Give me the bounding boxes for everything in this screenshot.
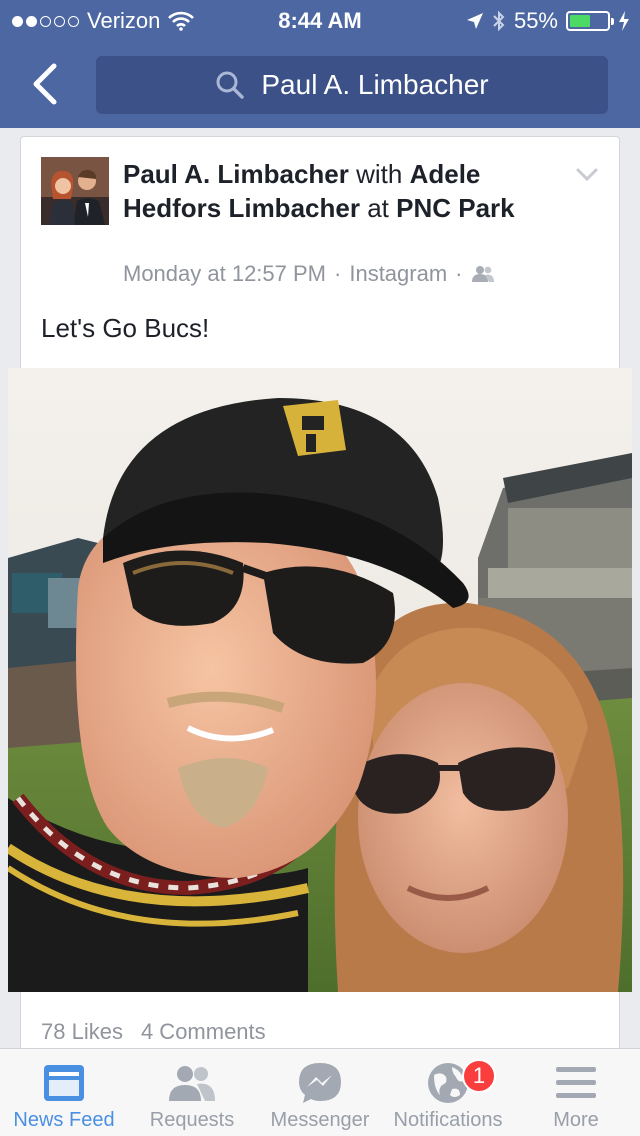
menu-icon <box>556 1067 596 1098</box>
tab-label: Notifications <box>393 1109 503 1131</box>
bluetooth-icon <box>493 10 505 32</box>
status-right: 55% <box>466 8 630 34</box>
post-text: Let's Go Bucs! <box>41 313 210 343</box>
notifications-badge: 1 <box>462 1059 496 1093</box>
search-icon <box>216 71 245 99</box>
search-field[interactable]: Paul A. Limbacher <box>96 56 608 114</box>
tab-label: Messenger <box>270 1109 370 1131</box>
story-header: Paul A. Limbacher with Adele Hedfors Lim… <box>123 157 543 225</box>
location-arrow-icon <box>466 13 483 29</box>
requests-icon <box>169 1066 215 1101</box>
chevron-left-icon <box>33 63 57 105</box>
app-header: Verizon 8:44 AM 55% Paul A. Limbacher <box>0 0 640 128</box>
charging-bolt-icon <box>619 11 629 31</box>
tab-more[interactable]: More <box>512 1049 640 1136</box>
author-name-link[interactable]: Paul A. Limbacher <box>123 159 349 189</box>
tab-requests[interactable]: Requests <box>128 1049 256 1136</box>
likes-count[interactable]: 78 Likes <box>41 1019 123 1045</box>
tab-label: Requests <box>149 1109 235 1131</box>
location-link[interactable]: PNC Park <box>396 193 515 223</box>
tab-notifications[interactable]: 1 Notifications <box>384 1049 512 1136</box>
friends-audience-icon <box>471 266 494 282</box>
post-timestamp[interactable]: Monday at 12:57 PM <box>123 261 326 287</box>
with-label: with <box>356 159 403 189</box>
news-feed-icon <box>44 1065 84 1101</box>
avatar-photo <box>41 157 109 225</box>
story-options-button[interactable] <box>575 165 599 185</box>
meta-separator: · <box>455 261 463 286</box>
chevron-down-icon <box>576 168 598 182</box>
tab-bar: News Feed Requests Messenger 1 Notificat… <box>0 1048 640 1136</box>
status-bar: Verizon 8:44 AM 55% <box>0 0 640 42</box>
back-button[interactable] <box>26 62 66 106</box>
search-value: Paul A. Limbacher <box>261 69 489 100</box>
engagement-counts: 78 Likes 4 Comments <box>41 1019 266 1045</box>
battery-icon <box>566 11 614 31</box>
tab-messenger[interactable]: Messenger <box>256 1049 384 1136</box>
messenger-icon <box>299 1063 341 1103</box>
post-photo[interactable] <box>8 368 632 992</box>
battery-level <box>570 15 590 27</box>
tab-label: News Feed <box>13 1109 115 1131</box>
author-avatar[interactable] <box>41 157 109 225</box>
post-source[interactable]: Instagram <box>349 261 447 287</box>
comments-count[interactable]: 4 Comments <box>141 1019 266 1045</box>
battery-percent: 55% <box>513 8 558 33</box>
meta-separator: · <box>334 261 342 286</box>
tab-news-feed[interactable]: News Feed <box>0 1049 128 1136</box>
story-meta: Monday at 12:57 PM · Instagram · <box>123 261 495 287</box>
at-label: at <box>367 193 389 223</box>
selfie-photo <box>8 368 632 992</box>
tab-label: More <box>553 1109 599 1131</box>
